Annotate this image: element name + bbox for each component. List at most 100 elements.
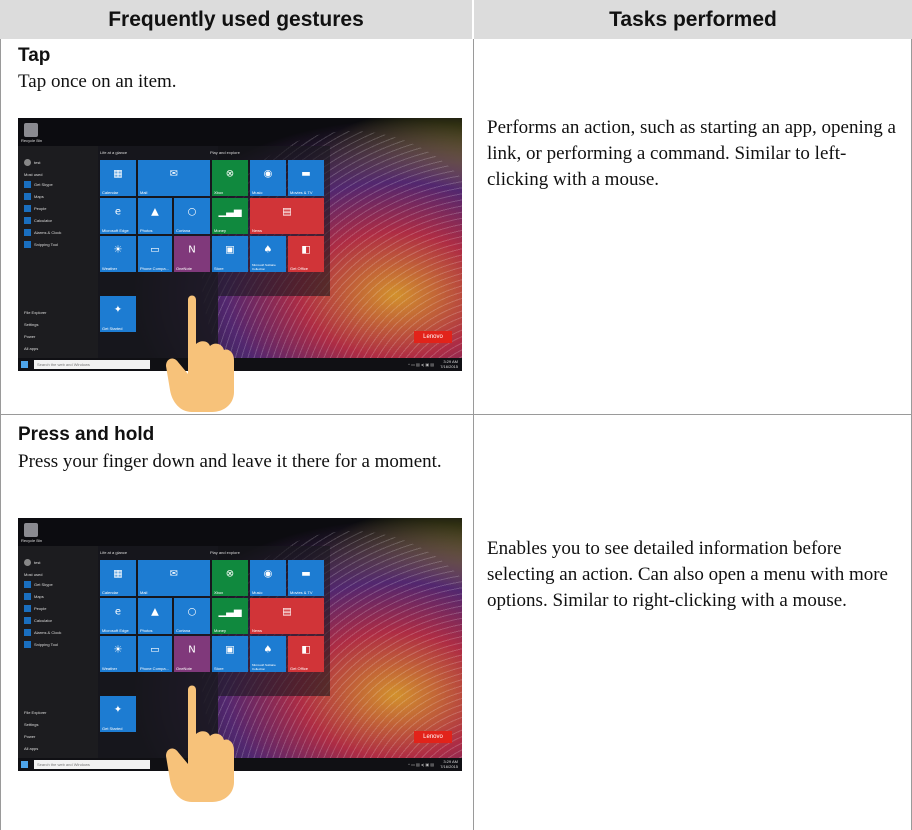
tile-label: Photos — [140, 228, 153, 233]
start-bottom-label: Power — [24, 733, 36, 739]
start-bottom-label: All apps — [24, 745, 39, 751]
tile-weather: ☀ Weather — [100, 636, 136, 672]
lightbulb-icon: ✦ — [113, 304, 123, 316]
tile-label: Microsoft Edge — [102, 628, 129, 633]
user-avatar-icon — [24, 158, 31, 166]
tile-get-office: ◧ Get Office — [288, 636, 324, 672]
app-icon — [24, 240, 31, 248]
tile-label: Calendar — [102, 590, 119, 595]
app-icon — [24, 204, 31, 212]
tile-label: Microsoft Edge — [102, 228, 129, 233]
money-icon: ▁▃▅ — [218, 606, 242, 618]
office-icon: ◧ — [301, 244, 311, 256]
tile-movies: ▬ Movies & TV — [288, 560, 324, 596]
photos-icon: ▲ — [151, 206, 159, 218]
start-item: Maps — [24, 192, 44, 200]
taskbar-clock: 3:29 AM 7/16/2015 — [440, 359, 458, 369]
start-user: test — [24, 558, 40, 566]
start-item-label: People — [34, 205, 47, 211]
cortana-icon: ○ — [187, 206, 197, 218]
start-bottom-label: All apps — [24, 345, 39, 351]
column-divider — [473, 39, 474, 830]
system-tray-icons: ^ ▭ ▤ ◂) ▣ ▤ — [408, 762, 434, 767]
clock-date: 7/16/2015 — [440, 764, 458, 769]
gesture-description-press-and-hold: Press your finger down and leave it ther… — [18, 451, 442, 472]
onenote-icon: N — [188, 644, 196, 656]
app-icon — [24, 180, 31, 188]
start-item: Calculator — [24, 216, 52, 224]
tile-label: OneNote — [176, 266, 193, 271]
tile-label: News — [252, 628, 263, 633]
tile-mail: ✉ Mail — [138, 160, 210, 196]
cortana-icon: ○ — [187, 606, 197, 618]
start-bottom-item: Power — [24, 332, 35, 340]
cards-icon: ♠ — [263, 644, 273, 656]
sun-icon: ☀ — [113, 644, 123, 656]
tile-label: Weather — [102, 666, 118, 671]
recycle-bin-icon — [24, 123, 38, 137]
lightbulb-icon: ✦ — [113, 704, 123, 716]
start-item: Calculator — [24, 616, 52, 624]
gestures-table: Frequently used gestures Tasks performed… — [0, 0, 912, 830]
tile-label: Mail — [140, 190, 148, 195]
xbox-icon: ⊗ — [225, 568, 235, 580]
start-item-label: Snipping Tool — [34, 241, 58, 247]
tile-label: Movies & TV — [290, 590, 313, 595]
tile-label: Music — [252, 190, 263, 195]
tile-label: Microsoft Solitaire Collection — [252, 263, 276, 271]
tile-label: Money — [214, 228, 227, 233]
tile-onenote: N OneNote — [174, 636, 210, 672]
app-icon — [24, 192, 31, 200]
music-icon: ◉ — [263, 568, 273, 580]
calendar-icon: ▦ — [113, 168, 123, 180]
start-item: People — [24, 204, 46, 212]
tile-photos: ▲ Photos — [138, 198, 172, 234]
onenote-icon: N — [188, 244, 196, 256]
lenovo-logo: Lenovo — [414, 731, 452, 743]
xbox-icon: ⊗ — [225, 168, 235, 180]
group-label: Play and explore — [210, 150, 240, 155]
taskbar-clock: 3:29 AM 7/16/2015 — [440, 759, 458, 769]
tile-cortana: ○ Cortana — [174, 598, 210, 634]
start-bottom-label: File Explorer — [24, 309, 47, 315]
tile-label: Phone Compa... — [140, 266, 169, 271]
app-icon — [24, 640, 31, 648]
tile-label: Xbox — [214, 190, 224, 195]
tile-weather: ☀ Weather — [100, 236, 136, 272]
tile-music: ◉ Music — [250, 560, 286, 596]
start-item: People — [24, 604, 46, 612]
tile-label: Get Started — [102, 326, 123, 331]
start-item-label: Maps — [34, 593, 44, 599]
row-divider — [0, 414, 912, 415]
windows-start-icon — [21, 361, 28, 368]
edge-icon: e — [114, 206, 122, 218]
start-bottom-item: Settings — [24, 720, 38, 728]
movies-icon: ▬ — [301, 168, 311, 180]
table-border-left — [0, 39, 1, 830]
tile-label: Weather — [102, 266, 118, 271]
phone-icon: ▭ — [150, 644, 160, 656]
app-icon — [24, 228, 31, 236]
tile-label: Store — [214, 266, 224, 271]
gesture-title-press-and-hold: Press and hold — [18, 424, 155, 445]
recycle-bin-label: Recycle Bin — [21, 538, 43, 543]
start-item-label: Get Skype — [34, 581, 53, 587]
start-user: test — [24, 158, 40, 166]
task-description-tap: Performs an action, such as starting an … — [487, 117, 896, 190]
start-item-label: Snipping Tool — [34, 641, 58, 647]
tile-label: Xbox — [214, 590, 224, 595]
tile-phone-companion: ▭ Phone Compa... — [138, 236, 172, 272]
music-icon: ◉ — [263, 168, 273, 180]
start-menu: test Most used Get Skype Maps People Cal… — [18, 146, 98, 358]
start-item: Snipping Tool — [24, 240, 58, 248]
tile-news: ▤ News — [250, 598, 324, 634]
news-icon: ▤ — [282, 206, 292, 218]
start-bottom-item: File Explorer — [24, 708, 46, 716]
phone-icon: ▭ — [150, 244, 160, 256]
most-used-label: Most used — [24, 171, 43, 177]
recycle-bin-icon — [24, 523, 38, 537]
office-icon: ◧ — [301, 644, 311, 656]
taskbar: Search the web and Windows ^ ▭ ▤ ◂) ▣ ▤ … — [18, 758, 462, 771]
start-item-label: People — [34, 605, 47, 611]
start-bottom-item: Power — [24, 732, 35, 740]
